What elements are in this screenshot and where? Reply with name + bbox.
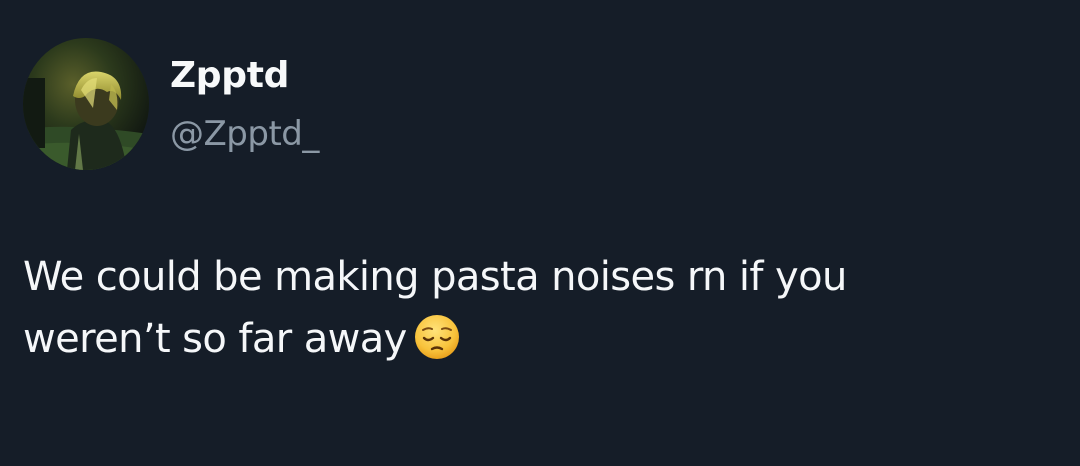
tweet-text-line-1: We could be making pasta noises rn if yo… [23,254,847,300]
author-display-name[interactable]: Zpptd [170,54,289,98]
pensive-face-icon [413,313,461,361]
tweet-text-line-2-text: weren’t so far away [23,316,407,362]
tweet-card: Zpptd @Zpptd_ We could be making pasta n… [0,0,1080,466]
author-handle[interactable]: @Zpptd_ [170,112,319,156]
avatar[interactable] [23,38,149,170]
tweet-text: We could be making pasta noises rn if yo… [23,246,1023,370]
avatar-image [23,38,149,170]
tweet-text-line-2: weren’t so far away [23,308,1023,370]
